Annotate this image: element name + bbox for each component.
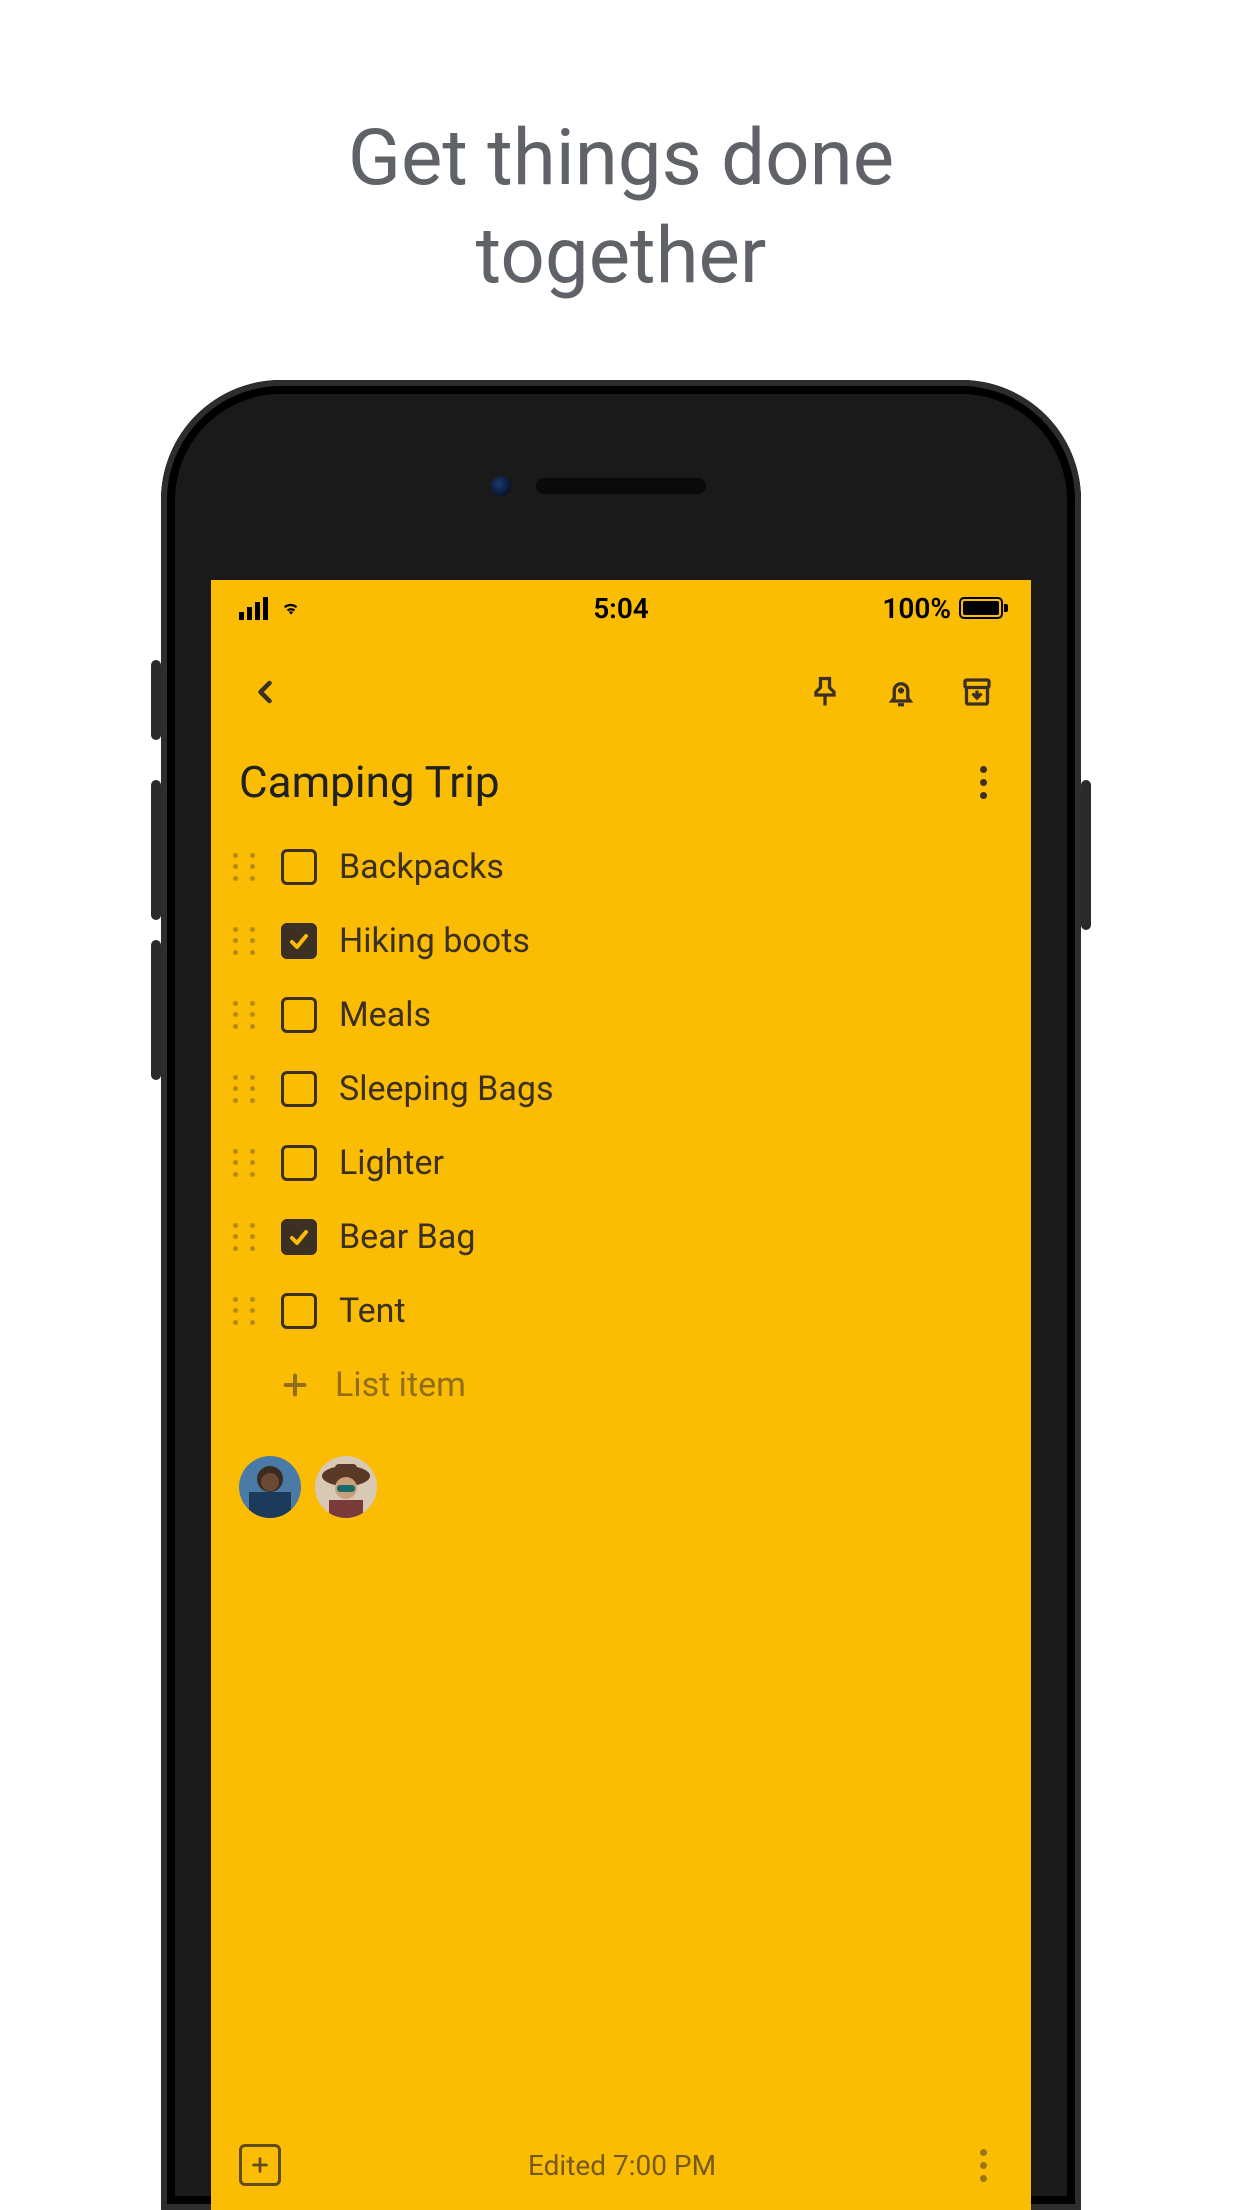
note-title[interactable]: Camping Trip xyxy=(239,756,963,808)
checkbox[interactable] xyxy=(281,849,317,885)
phone-mute-switch xyxy=(151,660,161,740)
phone-volume-down xyxy=(151,940,161,1080)
note-toolbar xyxy=(211,636,1031,728)
plus-icon xyxy=(249,2154,271,2176)
list-item-label[interactable]: Tent xyxy=(339,1291,406,1331)
checkbox[interactable] xyxy=(281,1071,317,1107)
list-item-label[interactable]: Hiking boots xyxy=(339,921,530,961)
list-item: Sleeping Bags xyxy=(229,1052,1003,1126)
drag-handle-icon[interactable] xyxy=(229,1074,259,1104)
list-item: Lighter xyxy=(229,1126,1003,1200)
phone-volume-up xyxy=(151,780,161,920)
phone-speaker xyxy=(536,478,706,494)
list-item-label[interactable]: Sleeping Bags xyxy=(339,1069,554,1109)
list-item-label[interactable]: Meals xyxy=(339,995,431,1035)
checkbox[interactable] xyxy=(281,923,317,959)
list-item: Meals xyxy=(229,978,1003,1052)
status-time: 5:04 xyxy=(494,592,749,625)
headline-line-1: Get things done xyxy=(0,110,1242,208)
edited-timestamp: Edited 7:00 PM xyxy=(281,2149,963,2182)
pin-button[interactable] xyxy=(799,666,851,718)
more-vertical-icon xyxy=(980,2149,987,2182)
add-content-button[interactable] xyxy=(239,2144,281,2186)
list-item: Bear Bag xyxy=(229,1200,1003,1274)
avatar[interactable] xyxy=(315,1456,377,1518)
screen: 5:04 100% Camping Trip xyxy=(211,580,1031,2210)
reminder-button[interactable] xyxy=(875,666,927,718)
drag-handle-icon[interactable] xyxy=(229,1000,259,1030)
phone-power-button xyxy=(1081,780,1091,930)
pin-icon xyxy=(807,674,843,710)
note-more-button[interactable] xyxy=(963,766,1003,799)
archive-icon xyxy=(959,674,995,710)
chevron-left-icon xyxy=(247,674,283,710)
wifi-icon xyxy=(278,598,304,618)
status-bar: 5:04 100% xyxy=(211,580,1031,636)
list-item: Tent xyxy=(229,1274,1003,1348)
bottom-bar: Edited 7:00 PM xyxy=(211,2120,1031,2210)
bottom-more-button[interactable] xyxy=(963,2149,1003,2182)
drag-handle-icon[interactable] xyxy=(229,1148,259,1178)
list-item-label[interactable]: Backpacks xyxy=(339,847,504,887)
headline-line-2: together xyxy=(0,208,1242,306)
battery-icon xyxy=(959,597,1003,619)
add-list-item[interactable]: List item xyxy=(229,1348,1003,1422)
checkbox[interactable] xyxy=(281,1145,317,1181)
checklist: Backpacks Hiking boots Meals Sleeping Bags L… xyxy=(211,820,1031,1422)
list-item-label[interactable]: Bear Bag xyxy=(339,1217,475,1257)
phone-front-camera xyxy=(491,476,511,496)
collaborators-row xyxy=(211,1422,1031,1552)
back-button[interactable] xyxy=(239,666,291,718)
list-item: Backpacks xyxy=(229,830,1003,904)
checkbox[interactable] xyxy=(281,1293,317,1329)
list-item: Hiking boots xyxy=(229,904,1003,978)
more-vertical-icon xyxy=(980,766,987,799)
avatar[interactable] xyxy=(239,1456,301,1518)
bell-add-icon xyxy=(883,674,919,710)
drag-handle-icon[interactable] xyxy=(229,852,259,882)
drag-handle-icon[interactable] xyxy=(229,1222,259,1252)
marketing-headline: Get things done together xyxy=(0,0,1242,305)
list-item-label[interactable]: Lighter xyxy=(339,1143,444,1183)
cellular-signal-icon xyxy=(239,597,268,620)
plus-icon xyxy=(277,1367,313,1403)
add-item-placeholder: List item xyxy=(335,1365,466,1405)
checkbox[interactable] xyxy=(281,997,317,1033)
drag-handle-icon[interactable] xyxy=(229,926,259,956)
archive-button[interactable] xyxy=(951,666,1003,718)
battery-percent: 100% xyxy=(882,592,951,625)
phone-frame: 5:04 100% Camping Trip xyxy=(161,380,1081,2210)
checkbox[interactable] xyxy=(281,1219,317,1255)
drag-handle-icon[interactable] xyxy=(229,1296,259,1326)
